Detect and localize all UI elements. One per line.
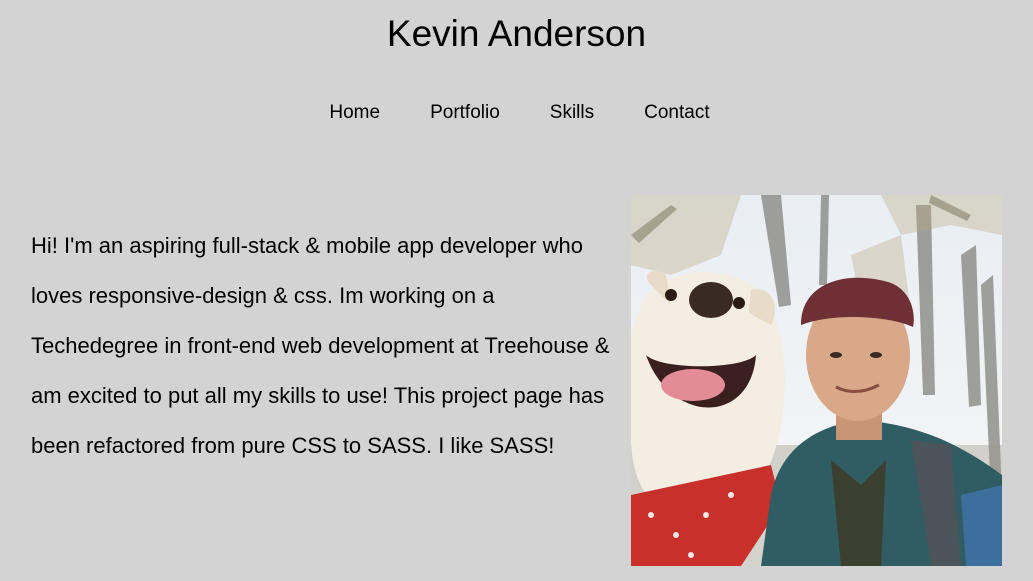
nav-link-contact[interactable]: Contact — [644, 101, 709, 125]
nav-link-portfolio[interactable]: Portfolio — [430, 101, 500, 125]
photo-man-eye-left — [830, 352, 842, 358]
photo-dog-nose — [689, 282, 733, 318]
main-nav: Home Portfolio Skills Contact — [0, 101, 1033, 125]
nav-link-skills[interactable]: Skills — [550, 101, 594, 125]
intro-text: Hi! I'm an aspiring full-stack & mobile … — [31, 233, 610, 458]
photo-man-eye-right — [870, 352, 882, 358]
nav-link-home[interactable]: Home — [329, 101, 380, 125]
photo-dog-eye-left — [665, 289, 677, 301]
site-title: Kevin Anderson — [386, 13, 647, 54]
profile-photo — [631, 195, 1002, 566]
photo-dog-eye-right — [733, 297, 745, 309]
photo-dog-tongue — [661, 369, 725, 401]
